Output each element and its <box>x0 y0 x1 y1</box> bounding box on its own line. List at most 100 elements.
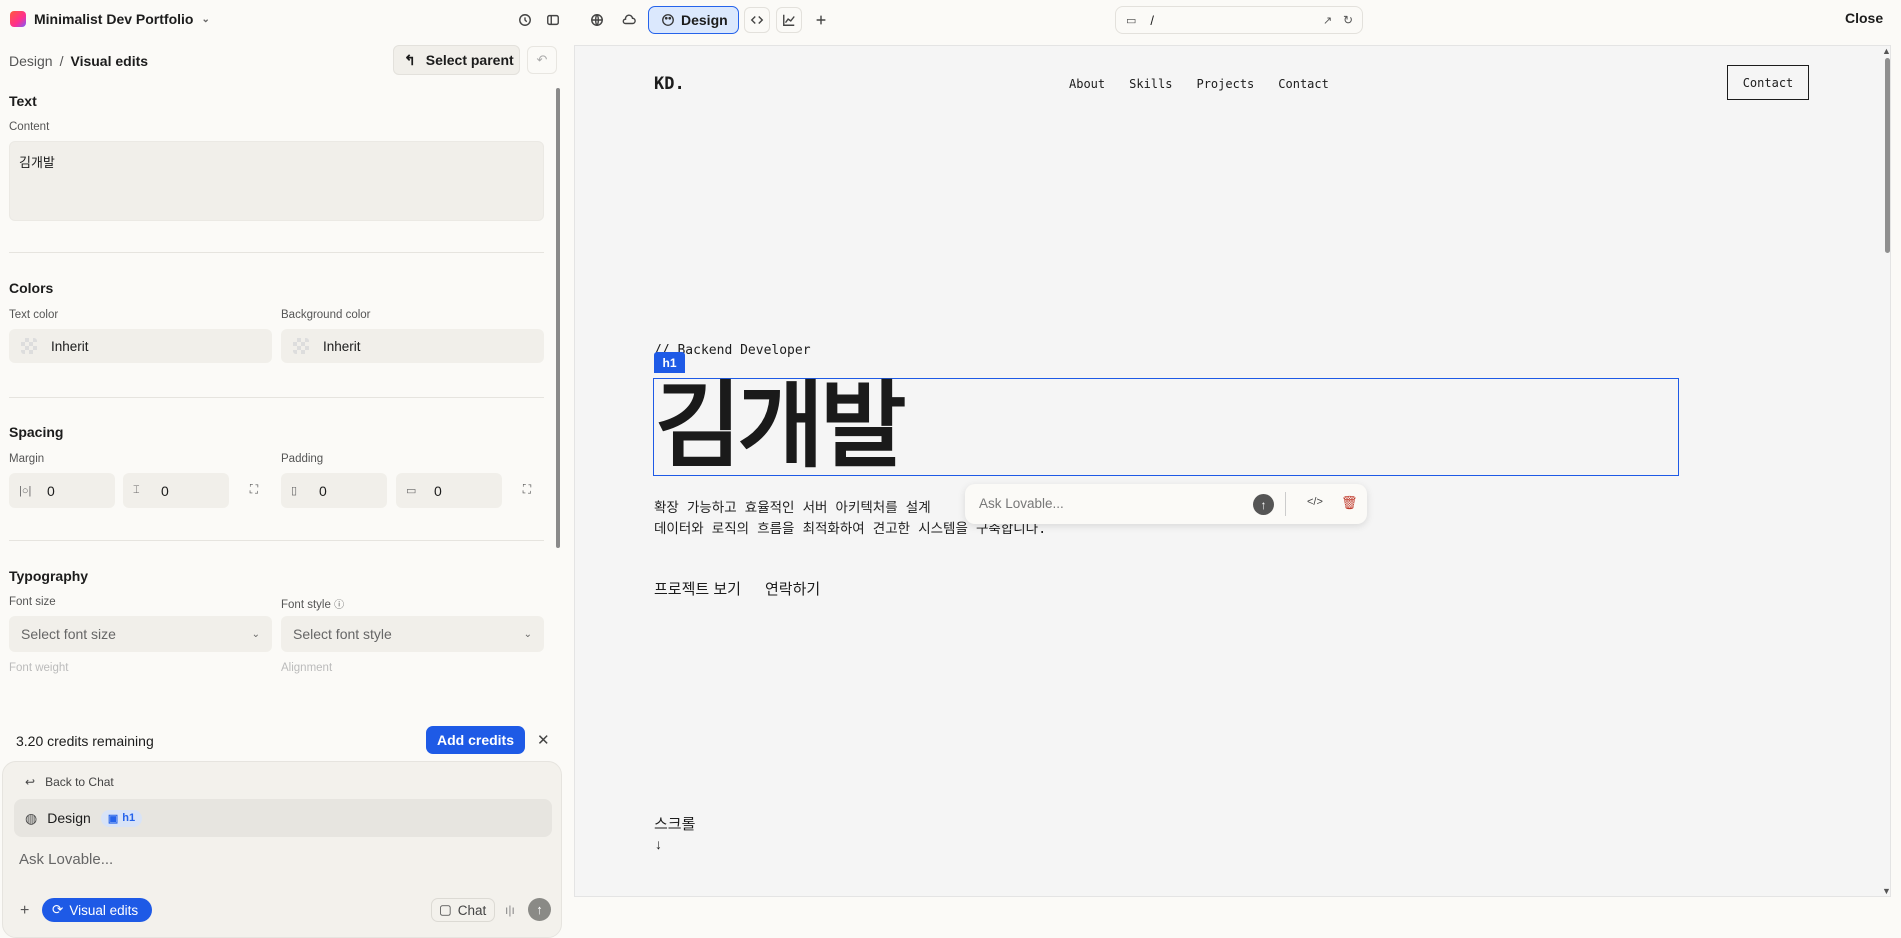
text-color-value: Inherit <box>51 338 89 354</box>
back-to-chat-button[interactable]: ↩ Back to Chat <box>25 775 114 789</box>
palette-icon <box>662 14 674 26</box>
sidebar-toggle-icon[interactable] <box>540 7 566 33</box>
site-nav: About Skills Projects Contact <box>1069 77 1353 91</box>
description-line: 확장 가능하고 효율적인 서버 아키텍처를 설계 <box>654 500 931 516</box>
analytics-icon[interactable] <box>776 7 802 33</box>
bg-color-picker[interactable]: Inherit <box>281 329 544 363</box>
view-projects-link[interactable]: 프로젝트 보기 <box>654 578 741 599</box>
tab-design-label: Design <box>681 12 728 28</box>
nav-skills[interactable]: Skills <box>1129 77 1172 91</box>
padding-y-value: 0 <box>434 482 442 499</box>
padding-x-input[interactable]: ▯ 0 <box>281 473 387 508</box>
transparent-swatch-icon <box>293 338 309 354</box>
element-badge: h1 <box>654 352 685 373</box>
scroll-arrow: ↓ <box>655 836 662 852</box>
chip-label: Design <box>47 810 91 826</box>
url-bar[interactable]: ▭ / ↗ ↻ <box>1115 6 1363 34</box>
alignment-label: Alignment <box>281 662 333 674</box>
horizontal-padding-icon: ▯ <box>291 485 298 497</box>
palette-icon: ◍ <box>25 809 38 826</box>
scroll-down-icon[interactable]: ▼ <box>1882 886 1890 896</box>
hero-heading[interactable]: 김개발 <box>655 377 906 477</box>
element-icon: ▣ <box>107 812 119 825</box>
voice-icon[interactable]: ı|ı <box>505 903 515 917</box>
hero-cta: 프로젝트 보기 연락하기 <box>654 578 820 599</box>
font-size-label: Font size <box>9 596 56 608</box>
divider <box>1285 492 1286 516</box>
content-textarea[interactable]: 김개발 <box>9 141 544 221</box>
padding-label: Padding <box>281 453 324 465</box>
margin-label: Margin <box>9 453 45 465</box>
scroll-up-icon[interactable]: ▲ <box>1882 46 1890 56</box>
font-size-placeholder: Select font size <box>21 626 116 642</box>
code-icon[interactable] <box>744 7 770 33</box>
font-style-label: Font style ⓘ <box>281 599 345 611</box>
back-to-chat-label: Back to Chat <box>45 775 114 789</box>
breadcrumb: Design / Visual edits <box>9 53 149 69</box>
inline-ask-popover: Ask Lovable... ↑ </> 🗑 <box>965 484 1367 524</box>
contact-button[interactable]: Contact <box>1727 65 1809 100</box>
inline-ask-input[interactable]: Ask Lovable... <box>979 496 1064 511</box>
breadcrumb-current: Visual edits <box>70 53 149 69</box>
margin-x-input[interactable]: |○| 0 <box>9 473 115 508</box>
undo-icon[interactable]: ↶ <box>527 46 557 74</box>
url-path: / <box>1150 12 1155 28</box>
padding-y-input[interactable]: ▭ 0 <box>396 473 502 508</box>
cloud-icon[interactable] <box>616 7 642 33</box>
add-credits-button[interactable]: Add credits <box>426 726 525 754</box>
bg-color-label: Background color <box>281 309 371 321</box>
vertical-padding-icon: ▭ <box>406 485 417 497</box>
transparent-swatch-icon <box>21 338 37 354</box>
bg-color-value: Inherit <box>323 338 361 354</box>
tab-design[interactable]: Design <box>648 6 739 34</box>
preview-scrollbar[interactable] <box>1885 58 1890 253</box>
expand-margin-icon[interactable]: ⛶ <box>246 482 262 498</box>
close-button[interactable]: Close <box>1845 10 1883 26</box>
code-icon[interactable]: </> <box>1307 496 1323 508</box>
typography-section-title: Typography <box>9 568 89 584</box>
project-selector[interactable]: Minimalist Dev Portfolio ⌄ <box>10 11 210 27</box>
history-icon[interactable] <box>512 7 538 33</box>
contact-link[interactable]: 연락하기 <box>765 578 820 599</box>
device-icon[interactable]: ▭ <box>1126 14 1136 27</box>
chat-box: ↩ Back to Chat ◍ Design ▣ h1 Ask Lovable… <box>2 761 562 938</box>
padding-x-value: 0 <box>319 482 327 499</box>
visual-edits-panel: Design / Visual edits ↰ Select parent ↶ … <box>0 40 566 938</box>
refresh-icon[interactable]: ↻ <box>1343 13 1353 27</box>
plus-icon[interactable]: + <box>20 902 29 920</box>
send-button[interactable]: ↑ <box>528 898 551 921</box>
nav-contact[interactable]: Contact <box>1278 77 1329 91</box>
select-parent-button[interactable]: ↰ Select parent <box>393 45 520 75</box>
back-arrow-icon: ↩ <box>25 775 36 789</box>
nav-about[interactable]: About <box>1069 77 1105 91</box>
chevron-down-icon: ⌄ <box>201 13 210 25</box>
expand-padding-icon[interactable]: ⛶ <box>519 482 535 498</box>
top-bar: Minimalist Dev Portfolio ⌄ Design ▭ / ↗ … <box>0 0 1901 40</box>
font-size-select[interactable]: Select font size ⌄ <box>9 616 272 652</box>
margin-y-input[interactable]: ⌶ 0 <box>123 473 229 508</box>
breadcrumb-parent[interactable]: Design <box>9 53 53 69</box>
site-logo[interactable]: KD. <box>654 74 685 94</box>
spacing-section-title: Spacing <box>9 424 64 440</box>
send-button[interactable]: ↑ <box>1253 494 1274 515</box>
font-style-select[interactable]: Select font style ⌄ <box>281 616 544 652</box>
element-tag: ▣ h1 <box>100 809 143 827</box>
add-tab-icon[interactable] <box>808 7 834 33</box>
text-color-picker[interactable]: Inherit <box>9 329 272 363</box>
font-style-placeholder: Select font style <box>293 626 392 642</box>
chat-bubble-icon: ▢ <box>439 902 452 917</box>
text-color-label: Text color <box>9 309 59 321</box>
nav-projects[interactable]: Projects <box>1196 77 1254 91</box>
divider <box>9 540 544 541</box>
open-external-icon[interactable]: ↗ <box>1323 14 1332 27</box>
panel-scrollbar[interactable] <box>556 88 560 548</box>
close-icon[interactable]: ✕ <box>537 731 550 749</box>
chevron-down-icon: ⌄ <box>251 628 260 640</box>
credits-text: 3.20 credits remaining <box>16 733 154 749</box>
design-context-chip: ◍ Design ▣ h1 <box>14 799 552 837</box>
site-preview: KD. About Skills Projects Contact Contac… <box>574 45 1891 897</box>
chat-input[interactable]: Ask Lovable... <box>19 851 113 868</box>
globe-icon[interactable] <box>584 7 610 33</box>
scroll-label: 스크롤 <box>654 816 696 833</box>
trash-icon[interactable]: 🗑 <box>1341 495 1358 511</box>
